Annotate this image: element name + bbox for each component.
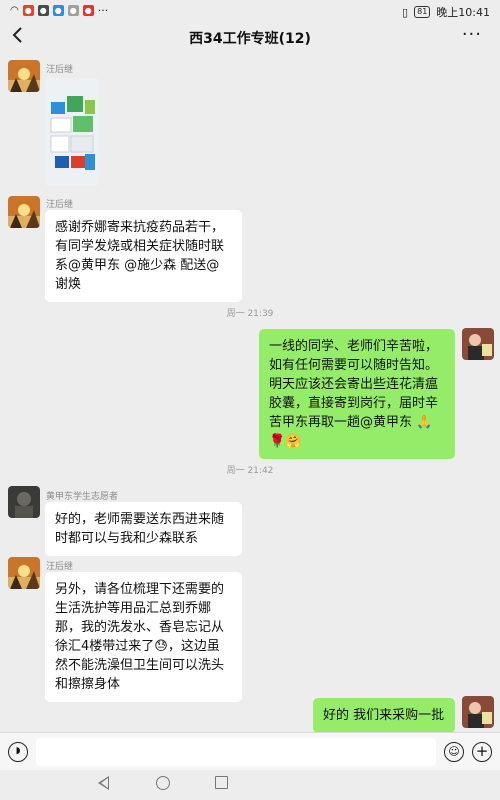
voice-icon[interactable]: ◗: [8, 742, 28, 762]
timestamp: 周一 21:39: [226, 309, 274, 319]
status-icons-left: ◠ ● ● ● ● ● ···: [10, 4, 108, 17]
app-notification-icon: ●: [22, 5, 34, 16]
avatar[interactable]: [8, 486, 40, 518]
emoji-icon[interactable]: ☺: [444, 742, 464, 762]
avatar[interactable]: [8, 60, 40, 92]
chat-title: 西34工作专班(12): [189, 31, 311, 47]
plus-icon[interactable]: +: [472, 742, 492, 762]
app-notification-icon: ●: [82, 5, 94, 16]
app-notification-icon: ●: [52, 5, 64, 16]
message-bubble[interactable]: 感谢乔娜寄来抗疫药品若干，有同学发烧或相关症状随时联系@黄甲东 @施少森 配送@…: [45, 210, 242, 302]
sender-name: 汪后继: [46, 200, 74, 210]
sender-name: 汪后继: [46, 562, 74, 572]
avatar[interactable]: [462, 328, 494, 360]
message-bubble[interactable]: 好的，老师需要送东西进来随时都可以与我和少森联系: [45, 502, 242, 556]
wifi-icon: ◠: [10, 5, 19, 16]
medicine-photo[interactable]: [45, 78, 99, 186]
input-bar: ◗ ☺ +: [0, 732, 500, 770]
more-notifications-icon: ···: [97, 4, 109, 17]
message-bubble[interactable]: 另外，请各位梳理下还需要的生活洗护等用品汇总到乔娜那，我的洗发水、香皂忘记从徐汇…: [45, 572, 242, 702]
sender-name: 黄甲东学生志愿者: [46, 492, 119, 502]
nav-back-icon[interactable]: [98, 776, 109, 790]
vibrate-icon: ▯: [402, 5, 409, 19]
message-bubble[interactable]: 好的 我们来采购一批: [313, 698, 455, 733]
message-input[interactable]: [36, 738, 436, 766]
chat-header: 西34工作专班(12) ···: [0, 22, 500, 54]
status-time: 晚上10:41: [436, 6, 490, 19]
app-notification-icon: ●: [37, 5, 49, 16]
nav-home-icon[interactable]: [156, 776, 170, 790]
message-bubble[interactable]: 一线的同学、老师们辛苦啦，如有任何需要可以随时告知。明天应该还会寄出些连花清瘟胶…: [259, 329, 455, 459]
status-icons-right: ▯ 81 晚上10:41: [402, 4, 490, 20]
avatar[interactable]: [8, 196, 40, 228]
timestamp: 周一 21:42: [226, 466, 274, 476]
sender-name: 汪后继: [46, 65, 74, 75]
status-bar: ◠ ● ● ● ● ● ··· ▯ 81 晚上10:41: [0, 0, 500, 22]
more-options-button[interactable]: ···: [462, 24, 482, 45]
avatar[interactable]: [462, 696, 494, 728]
avatar[interactable]: [8, 557, 40, 589]
battery-icon: 81: [414, 6, 431, 18]
system-nav-bar: [0, 770, 500, 800]
nav-recent-apps-icon[interactable]: [215, 776, 228, 789]
app-notification-icon: ●: [67, 5, 79, 16]
